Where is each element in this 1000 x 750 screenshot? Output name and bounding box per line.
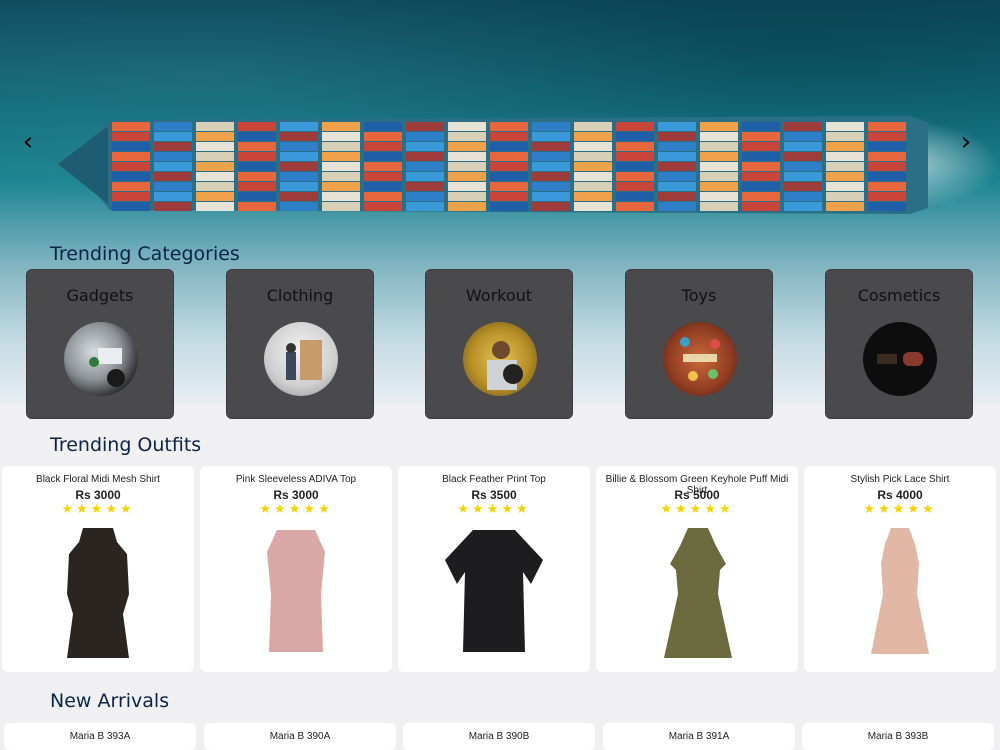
outfit-card[interactable]: Stylish Pick Lace Shirt Rs 4000 ★★★★★ <box>804 466 996 672</box>
rating-stars: ★★★★★ <box>457 502 531 517</box>
toys-image <box>663 322 737 396</box>
product-price: Rs 3500 <box>471 488 517 502</box>
new-arrival-card[interactable]: Maria B 393B <box>802 723 994 750</box>
outfit-card[interactable]: Billie & Blossom Green Keyhole Puff Midi… <box>596 466 798 672</box>
category-label: Cosmetics <box>857 286 941 305</box>
product-price: Rs 4000 <box>877 488 923 502</box>
category-label: Gadgets <box>66 286 134 305</box>
product-name: Maria B 393A <box>69 731 131 742</box>
cargo-ship-image <box>58 116 928 214</box>
garment-shape <box>445 530 543 652</box>
product-name: Black Floral Midi Mesh Shirt <box>36 474 160 485</box>
product-price: Rs 3000 <box>75 488 121 502</box>
cosmetics-image <box>863 322 937 396</box>
outfit-card[interactable]: Black Feather Print Top Rs 3500 ★★★★★ <box>398 466 590 672</box>
rating-stars: ★★★★★ <box>863 502 937 517</box>
product-name: Maria B 391A <box>668 731 730 742</box>
product-image <box>445 530 543 652</box>
category-card-gadgets[interactable]: Gadgets <box>26 269 174 419</box>
product-name: Pink Sleeveless ADIVA Top <box>235 474 357 485</box>
product-name: Black Feather Print Top <box>442 474 546 485</box>
new-arrival-card[interactable]: Maria B 391A <box>603 723 795 750</box>
category-label: Workout <box>465 286 533 305</box>
trending-categories-title: Trending Categories <box>50 243 240 265</box>
product-image <box>664 528 732 658</box>
product-name: Maria B 390A <box>269 731 331 742</box>
chevron-right-icon[interactable]: › <box>954 128 978 156</box>
gadgets-image <box>64 322 138 396</box>
category-card-toys[interactable]: Toys <box>625 269 773 419</box>
product-image <box>871 528 929 654</box>
garment-shape <box>664 528 732 658</box>
category-card-cosmetics[interactable]: Cosmetics <box>825 269 973 419</box>
new-arrival-card[interactable]: Maria B 393A <box>4 723 196 750</box>
outfit-card[interactable]: Black Floral Midi Mesh Shirt Rs 3000 ★★★★★ <box>2 466 194 672</box>
outfit-card[interactable]: Pink Sleeveless ADIVA Top Rs 3000 ★★★★★ <box>200 466 392 672</box>
new-arrival-card[interactable]: Maria B 390B <box>403 723 595 750</box>
category-card-clothing[interactable]: Clothing <box>226 269 374 419</box>
product-image <box>267 530 325 652</box>
product-price: Rs 3000 <box>273 488 319 502</box>
garment-shape <box>871 528 929 654</box>
product-name: Stylish Pick Lace Shirt <box>850 474 950 485</box>
rating-stars: ★★★★★ <box>660 502 734 517</box>
new-arrival-card[interactable]: Maria B 390A <box>204 723 396 750</box>
product-price: Rs 5000 <box>674 488 720 502</box>
rating-stars: ★★★★★ <box>259 502 333 517</box>
garment-shape <box>267 530 325 652</box>
new-arrivals-title: New Arrivals <box>50 690 170 712</box>
product-name: Maria B 393B <box>867 731 929 742</box>
category-label: Toys <box>681 286 717 305</box>
garment-shape <box>67 528 129 658</box>
chevron-left-icon[interactable]: ‹ <box>16 128 40 156</box>
product-image <box>67 528 129 658</box>
rating-stars: ★★★★★ <box>61 502 135 517</box>
workout-image <box>463 322 537 396</box>
clothing-image <box>264 322 338 396</box>
category-label: Clothing <box>266 286 334 305</box>
trending-outfits-title: Trending Outfits <box>50 434 202 456</box>
category-card-workout[interactable]: Workout <box>425 269 573 419</box>
product-name: Maria B 390B <box>468 731 530 742</box>
